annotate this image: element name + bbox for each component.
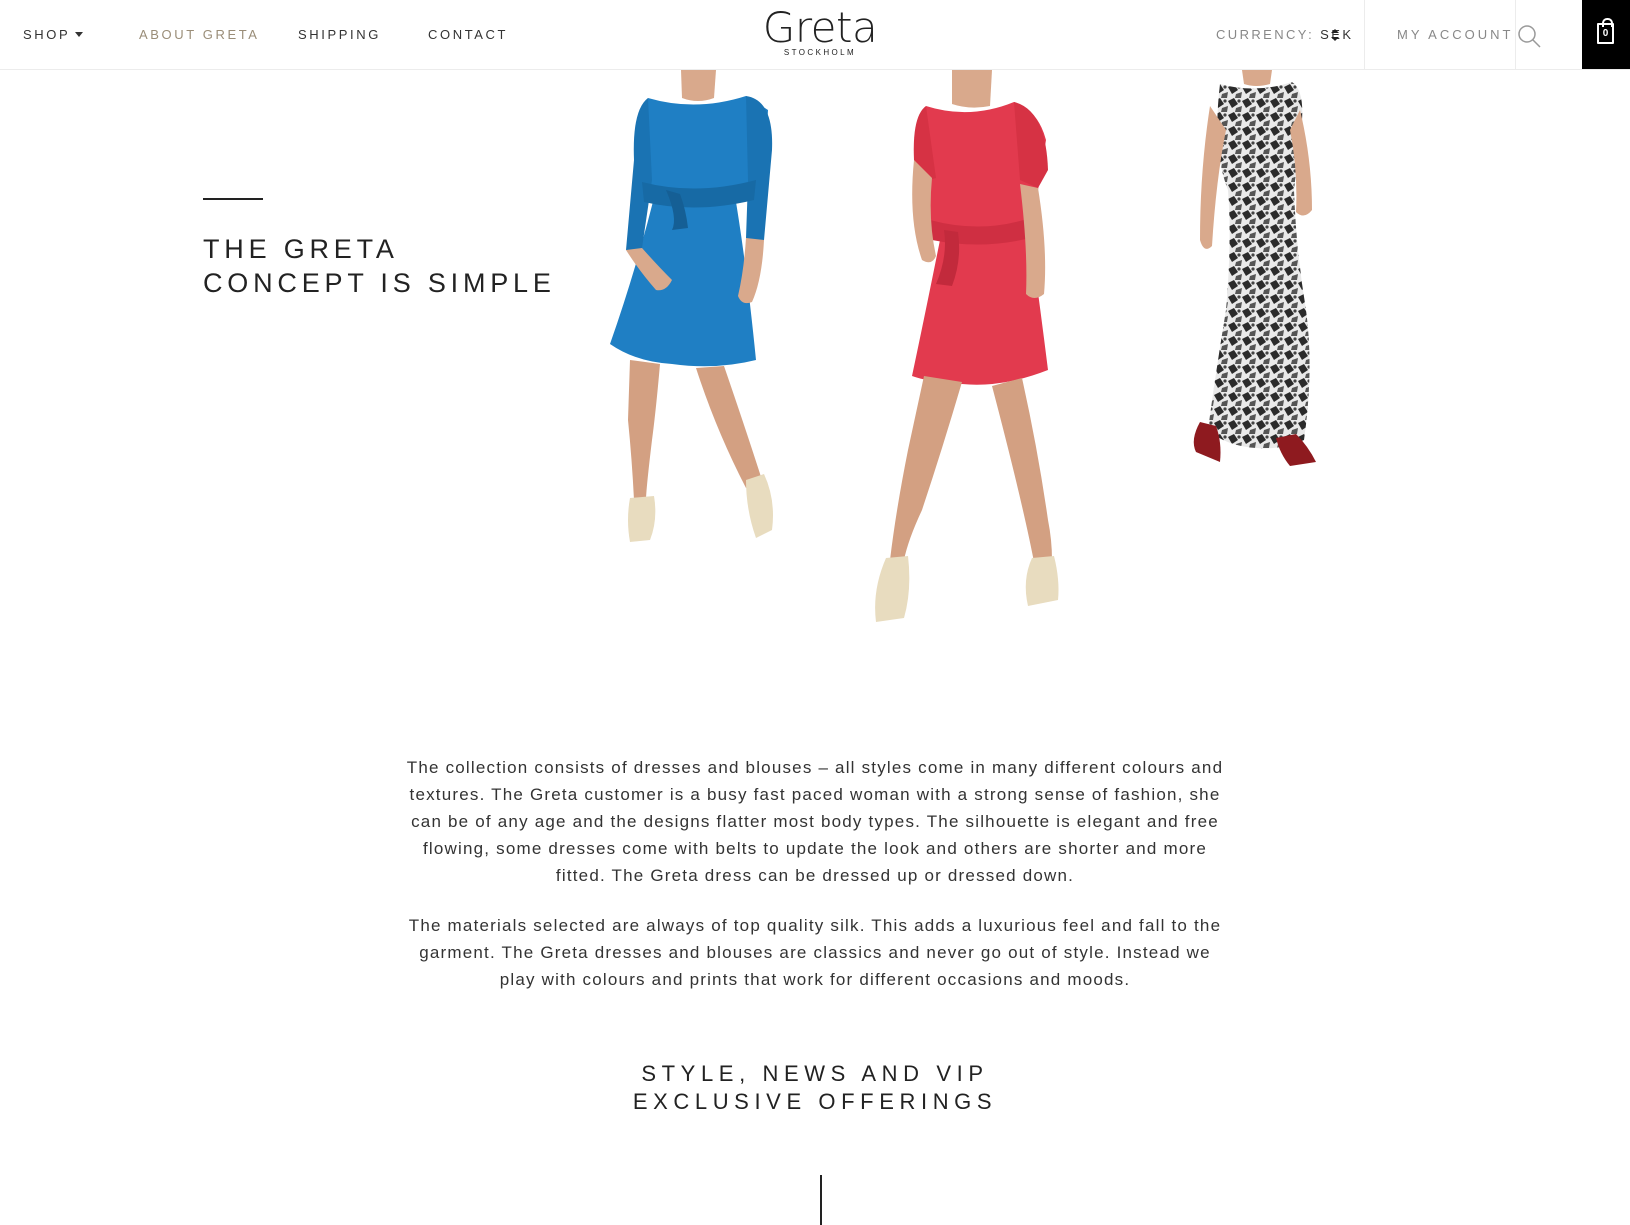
cart-count: 0 [1602, 28, 1609, 39]
currency-label: CURRENCY: [1216, 27, 1315, 42]
nav-contact[interactable]: CONTACT [428, 27, 508, 42]
nav-about-greta[interactable]: ABOUT GRETA [139, 27, 260, 42]
search-icon [1518, 25, 1541, 48]
nav-shipping[interactable]: SHIPPING [298, 27, 381, 42]
my-account-link[interactable]: MY ACCOUNT [1397, 27, 1513, 42]
about-paragraph-1: The collection consists of dresses and b… [406, 758, 1224, 885]
nav-shop[interactable]: SHOP [23, 27, 84, 42]
about-text-block: The collection consists of dresses and b… [400, 754, 1230, 993]
sort-arrows-icon[interactable] [1331, 29, 1339, 41]
newsletter-heading: STYLE, NEWS AND VIP EXCLUSIVE OFFERINGS [632, 1061, 998, 1114]
bag-icon: 0 [1597, 18, 1614, 44]
section-divider-line [820, 1175, 822, 1225]
concept-heading: THE GRETA CONCEPT IS SIMPLE [203, 234, 556, 298]
model-image-blue-dress [596, 70, 836, 570]
caret-down-icon [75, 32, 84, 37]
logo-wordmark: Greta [762, 3, 878, 52]
brand-logo[interactable]: Greta STOCKHOLM [760, 6, 880, 62]
nav-shop-label: SHOP [23, 27, 71, 42]
model-image-red-dress [852, 70, 1112, 650]
cart-button[interactable]: 0 [1582, 0, 1630, 69]
heading-accent-line [203, 198, 263, 200]
model-image-printed-maxi-dress [1186, 70, 1346, 490]
about-paragraph-2: The materials selected are always of top… [408, 916, 1222, 989]
header-divider [1364, 0, 1365, 70]
site-header: SHOP ABOUT GRETA SHIPPING CONTACT Greta … [0, 0, 1630, 70]
search-button[interactable] [1516, 23, 1542, 49]
